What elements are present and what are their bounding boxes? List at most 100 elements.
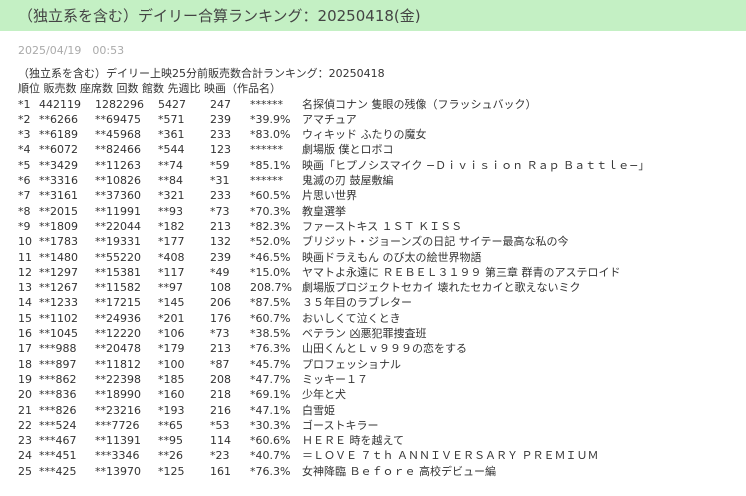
ranking-shows: **26 xyxy=(158,449,183,463)
ranking-halls: *49 xyxy=(210,265,230,279)
ranking-seats: **23216 xyxy=(95,403,141,417)
ranking-ratio: *38.5% xyxy=(250,327,291,341)
ranking-ratio: *83.0% xyxy=(250,128,291,142)
ranking-seats: **11812 xyxy=(95,357,141,371)
ranking-ratio: *85.1% xyxy=(250,158,291,172)
ranking-shows: *544 xyxy=(158,143,185,157)
title-bar: （独立系を含む）デイリー合算ランキング：20250418(金) xyxy=(0,0,746,31)
ranking-title: アマチュア xyxy=(302,112,357,126)
ranking-halls: 218 xyxy=(210,388,231,402)
ranking-row: 10 **1783 **19331 *177 132 *52.0% ブリジット・ジョーンズの… xyxy=(18,234,569,249)
ranking-shows: 5427 xyxy=(158,97,186,111)
ranking-seats: **11391 xyxy=(95,434,141,448)
ranking-sales: **1480 xyxy=(39,250,78,264)
ranking-title: 片思い世界 xyxy=(302,189,357,203)
ranking-seats: **69475 xyxy=(95,112,141,126)
ranking-row: *4 **6072 **82466 *544 123 ****** 劇場版 僕とロボコ xyxy=(18,142,394,157)
ranking-row: 19 ***862 **22398 *185 208 *47.7% ミッキー１７ xyxy=(18,372,385,387)
ranking-title: 名探偵コナン 隻眼の残像（フラッシュバック） xyxy=(302,97,537,111)
ranking-ratio: *15.0% xyxy=(250,265,291,279)
ranking-row: *2 **6266 **69475 *571 239 *39.9% アマチュア xyxy=(18,112,385,127)
ranking-halls: 176 xyxy=(210,311,231,325)
ranking-sales: **3316 xyxy=(39,174,78,188)
ranking-rank: 20 xyxy=(18,388,32,402)
ranking-ratio: *70.3% xyxy=(250,204,291,218)
ranking-sales: 442119 xyxy=(39,97,81,111)
ranking-sales: ***425 xyxy=(39,464,77,478)
ranking-rank: *3 xyxy=(18,128,31,142)
ranking-title: ブリジット・ジョーンズの日記 サイテー最高な私の今 xyxy=(302,235,569,249)
ranking-rank: 23 xyxy=(18,434,32,448)
ranking-ratio: *60.7% xyxy=(250,311,291,325)
ranking-sales: **2015 xyxy=(39,204,78,218)
ranking-rank: 13 xyxy=(18,281,32,295)
ranking-shows: **65 xyxy=(158,418,183,432)
ranking-title: ベテラン 凶悪犯罪捜査班 xyxy=(302,327,427,341)
ranking-seats: **17215 xyxy=(95,296,141,310)
ranking-seats: **22044 xyxy=(95,219,141,233)
ranking-shows: *117 xyxy=(158,265,185,279)
ranking-sales: **1783 xyxy=(39,235,78,249)
ranking-rank: 14 xyxy=(18,296,32,310)
ranking-rank: *4 xyxy=(18,143,31,157)
ranking-list: *1 442119 1282296 5427 247 ****** 名探偵コナン 隻眼の残像… xyxy=(18,97,649,479)
ranking-seats: ***3346 xyxy=(95,449,140,463)
ranking-title: 山田くんとＬｖ９９９の恋をする xyxy=(302,342,467,356)
ranking-shows: *177 xyxy=(158,235,185,249)
ranking-ratio: 208.7% xyxy=(250,281,292,295)
ranking-title: 映画ドラえもん のび太の絵世界物語 xyxy=(302,250,482,264)
ranking-halls: 132 xyxy=(210,235,231,249)
ranking-sales: **6189 xyxy=(39,128,78,142)
ranking-sales: ***826 xyxy=(39,403,77,417)
ranking-halls: 239 xyxy=(210,112,231,126)
ranking-ratio: *45.7% xyxy=(250,357,291,371)
ranking-ratio: ****** xyxy=(250,97,283,111)
ranking-seats: **12220 xyxy=(95,327,141,341)
ranking-row: *1 442119 1282296 5427 247 ****** 名探偵コナン 隻眼の残像… xyxy=(18,97,537,112)
ranking-rank: *9 xyxy=(18,219,31,233)
ranking-seats: **11582 xyxy=(95,281,141,295)
ranking-row: 12 **1297 **15381 *117 *49 *15.0% ヤマトよ永遠に ＲＥＢＥ… xyxy=(18,265,621,280)
page-title: （独立系を含む）デイリー合算ランキング：20250418(金) xyxy=(18,7,421,25)
ranking-seats: **45968 xyxy=(95,128,141,142)
ranking-title: ファーストキス １ＳＴ ＫＩＳＳ xyxy=(302,219,463,233)
ranking-title: 映画「ヒプノシスマイク −Ｄｉｖｉｓｉｏｎ Ｒａｐ Ｂａｔｔｌｅ−」 xyxy=(302,158,650,172)
ranking-rank: 25 xyxy=(18,464,32,478)
ranking-row: 22 ***524 ***7726 **65 *53 *30.3% ゴーストキラー xyxy=(18,418,385,433)
ranking-seats: **15381 xyxy=(95,265,141,279)
ranking-shows: **97 xyxy=(158,281,183,295)
ranking-shows: **95 xyxy=(158,434,183,448)
ranking-row: 23 ***467 **11391 **95 114 *60.6% ＨＥＲＥ 時を越えて xyxy=(18,433,404,448)
ranking-ratio: *52.0% xyxy=(250,235,291,249)
ranking-halls: *31 xyxy=(210,174,230,188)
ranking-ratio: *76.3% xyxy=(250,464,291,478)
ranking-title: ミッキー１７ xyxy=(302,372,368,386)
ranking-ratio: *76.3% xyxy=(250,342,291,356)
ranking-halls: 233 xyxy=(210,189,231,203)
ranking-seats: **55220 xyxy=(95,250,141,264)
ranking-shows: *145 xyxy=(158,296,185,310)
ranking-seats: ***7726 xyxy=(95,418,140,432)
ranking-shows: *106 xyxy=(158,327,185,341)
ranking-seats: **18990 xyxy=(95,388,141,402)
ranking-row: *6 **3316 **10826 **84 *31 ****** 鬼滅の刃 鼓屋敷編 xyxy=(18,173,394,188)
ranking-shows: *193 xyxy=(158,403,185,417)
ranking-title: ＝ＬＯＶＥ ７ｔｈ ＡＮＮＩＶＥＲＳＡＲＹ ＰＲＥＭＩＵＭ xyxy=(302,449,599,463)
ranking-title: ゴーストキラー xyxy=(302,418,379,432)
ranking-sales: ***897 xyxy=(39,357,77,371)
ranking-shows: *179 xyxy=(158,342,185,356)
ranking-seats: **19331 xyxy=(95,235,141,249)
ranking-halls: *73 xyxy=(210,204,230,218)
ranking-halls: *73 xyxy=(210,327,230,341)
ranking-rank: *6 xyxy=(18,174,31,188)
ranking-title: おいしくて泣くとき xyxy=(302,311,401,325)
ranking-shows: **93 xyxy=(158,204,183,218)
ranking-title: ヤマトよ永遠に ＲＥＢＥＬ３１９９ 第三章 群青のアステロイド xyxy=(302,265,621,279)
ranking-row: *7 **3161 **37360 *321 233 *60.5% 片思い世界 xyxy=(18,188,385,203)
ranking-ratio: *30.3% xyxy=(250,418,291,432)
ranking-sales: **1297 xyxy=(39,265,78,279)
ranking-halls: 233 xyxy=(210,128,231,142)
ranking-subtitle: （独立系を含む）デイリー上映25分前販売数合計ランキング：20250418 xyxy=(18,67,385,80)
ranking-halls: 247 xyxy=(210,97,231,111)
ranking-seats: **13970 xyxy=(95,464,141,478)
